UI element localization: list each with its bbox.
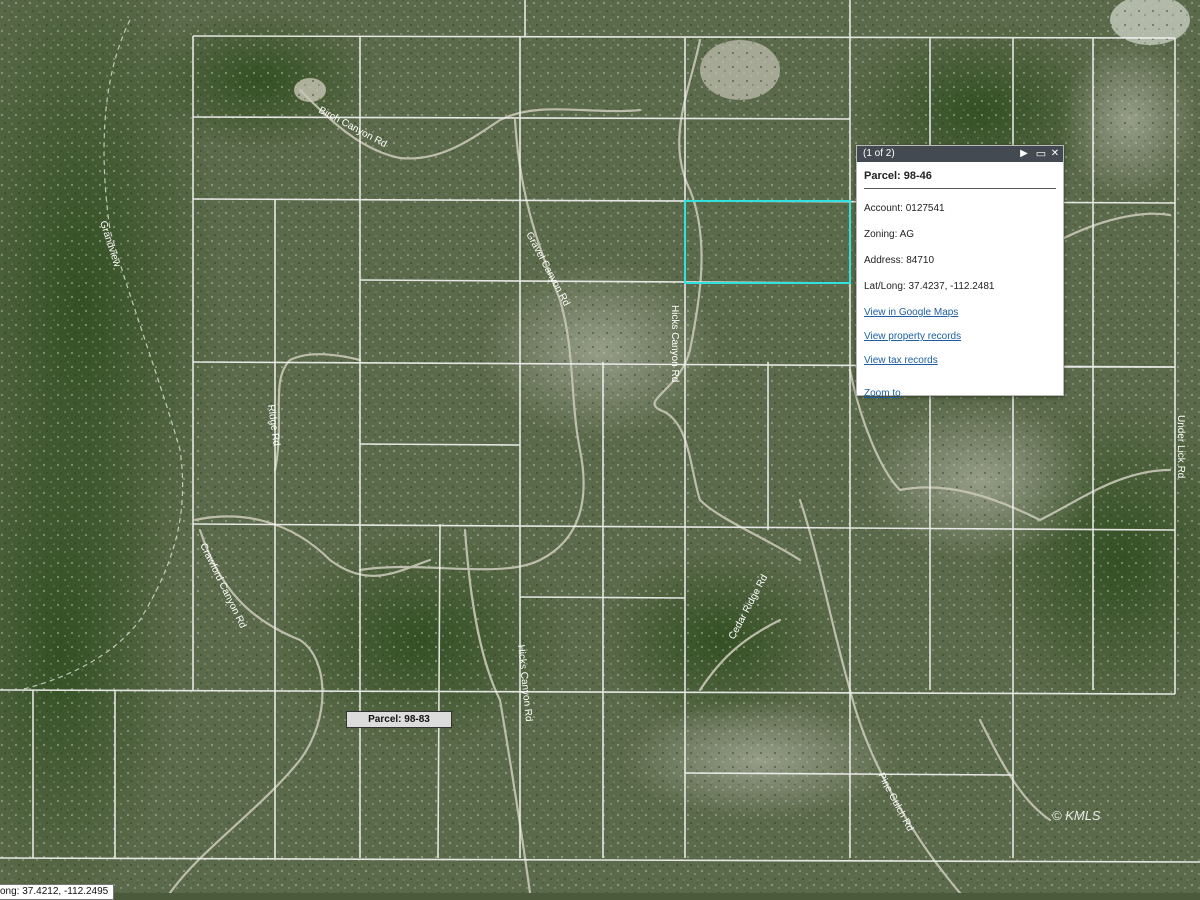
popup-counter: (1 of 2)	[863, 148, 895, 159]
tax-records-link[interactable]: View tax records	[864, 355, 1056, 366]
parcel-hover-label: Parcel: 98-83	[346, 711, 452, 728]
watermark: © KMLS	[1052, 808, 1101, 823]
close-icon[interactable]: ✕	[1048, 146, 1062, 162]
road-label-hicks-canyon-north: Hicks Canyon Rd	[669, 305, 680, 382]
maximize-icon[interactable]: ▭	[1034, 146, 1048, 162]
parcel-info-popup: (1 of 2) ▶ ▭ ✕ Parcel: 98-46 Account: 01…	[856, 145, 1064, 399]
popup-title: Parcel: 98-46	[864, 170, 1056, 189]
latlong-field: Lat/Long: 37.4237, -112.2481	[864, 281, 995, 292]
zoom-to-link[interactable]: Zoom to	[864, 388, 1056, 399]
satellite-map[interactable]: Birch Canyon Rd Grandview Gravel Canyon …	[0, 0, 1200, 893]
address-field: Address: 84710	[864, 255, 935, 266]
google-maps-link[interactable]: View in Google Maps	[864, 307, 1056, 318]
zoning-field: Zoning: AG	[864, 229, 915, 240]
popup-header: (1 of 2) ▶ ▭ ✕	[857, 146, 1063, 162]
terrain-imagery	[0, 0, 1200, 893]
road-label-under-lick: Under Lick Rd	[1175, 415, 1186, 478]
popup-body: Parcel: 98-46 Account: 0127541 Zoning: A…	[857, 162, 1063, 399]
coordinate-readout: ong: 37.4212, -112.2495	[0, 884, 115, 900]
account-field: Account: 0127541	[864, 203, 945, 214]
property-records-link[interactable]: View property records	[864, 331, 1056, 342]
next-icon[interactable]: ▶	[1017, 146, 1031, 162]
